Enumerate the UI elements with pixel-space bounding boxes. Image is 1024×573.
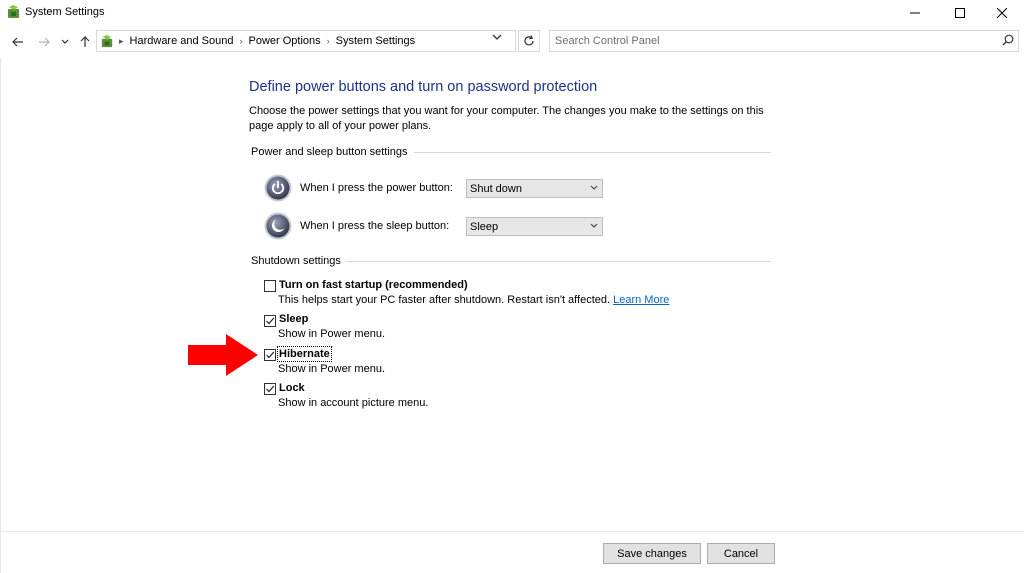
- red-arrow-icon: [188, 334, 258, 376]
- chevron-down-icon: [61, 39, 69, 44]
- fast-startup-label[interactable]: Turn on fast startup (recommended): [279, 279, 468, 291]
- control-panel-icon: [8, 5, 19, 18]
- breadcrumb-separator-icon[interactable]: ›: [327, 36, 330, 46]
- close-icon: [997, 8, 1007, 18]
- selected-value: Shut down: [470, 182, 522, 195]
- up-button[interactable]: [76, 33, 94, 51]
- chevron-down-icon: [590, 223, 598, 228]
- breadcrumb-hardware-and-sound[interactable]: Hardware and Sound: [130, 35, 234, 47]
- forward-button[interactable]: [35, 33, 53, 51]
- refresh-button[interactable]: [518, 30, 540, 52]
- title-bar: System Settings: [0, 0, 1024, 26]
- shutdown-settings-group: Shutdown settings: [251, 254, 771, 268]
- arrow-left-icon: [12, 37, 23, 47]
- breadcrumb-system-settings[interactable]: System Settings: [336, 35, 415, 47]
- sleep-button-label: When I press the sleep button:: [300, 220, 450, 232]
- group-divider: [346, 260, 771, 262]
- group-title: Shutdown settings: [251, 255, 341, 267]
- page-title: Define power buttons and turn on passwor…: [249, 79, 598, 95]
- minimize-icon: [910, 12, 920, 14]
- close-button[interactable]: [980, 0, 1024, 26]
- breadcrumb-power-options[interactable]: Power Options: [249, 35, 321, 47]
- window-title: System Settings: [25, 6, 105, 18]
- chevron-down-icon: [492, 34, 502, 40]
- learn-more-link[interactable]: Learn More: [613, 294, 669, 306]
- fast-startup-checkbox[interactable]: [264, 280, 276, 292]
- checkmark-icon: [266, 317, 275, 325]
- lock-label[interactable]: Lock: [279, 382, 305, 394]
- group-divider: [413, 151, 771, 153]
- selected-value: Sleep: [470, 220, 499, 233]
- power-icon: [264, 174, 292, 202]
- lock-description: Show in account picture menu.: [278, 397, 429, 409]
- sleep-description: Show in Power menu.: [278, 328, 385, 340]
- refresh-icon: [524, 35, 534, 46]
- moon-icon: [264, 212, 292, 240]
- power-button-label: When I press the power button:: [300, 182, 453, 194]
- address-bar[interactable]: ▸ Hardware and Sound › Power Options › S…: [96, 30, 516, 52]
- cancel-button[interactable]: Cancel: [707, 543, 775, 564]
- lock-checkbox[interactable]: [264, 383, 276, 395]
- hibernate-label[interactable]: Hibernate: [277, 346, 332, 362]
- arrow-right-icon: [39, 37, 50, 47]
- breadcrumb-separator-icon[interactable]: ›: [240, 36, 243, 46]
- power-button-action-select[interactable]: Shut down: [466, 179, 603, 198]
- page-description: Choose the power settings that you want …: [249, 105, 764, 132]
- search-input[interactable]: [555, 33, 985, 49]
- sleep-checkbox[interactable]: [264, 315, 276, 327]
- breadcrumb-separator-icon[interactable]: ▸: [119, 36, 124, 47]
- power-button-settings-group: Power and sleep button settings: [251, 145, 771, 159]
- back-button[interactable]: [9, 33, 27, 51]
- navigation-bar: ▸ Hardware and Sound › Power Options › S…: [0, 26, 1024, 58]
- left-pane-border: [0, 58, 1, 573]
- arrow-up-icon: [80, 36, 90, 47]
- maximize-icon: [955, 8, 965, 18]
- control-panel-icon: [101, 34, 113, 47]
- hibernate-description: Show in Power menu.: [278, 363, 385, 375]
- recent-pages-button[interactable]: [58, 33, 72, 51]
- sleep-button-action-select[interactable]: Sleep: [466, 217, 603, 236]
- minimize-button[interactable]: [893, 0, 937, 26]
- checkmark-icon: [266, 351, 275, 359]
- hibernate-checkbox[interactable]: [264, 349, 276, 361]
- footer-divider: [0, 531, 1024, 532]
- sleep-label[interactable]: Sleep: [279, 313, 308, 325]
- search-icon[interactable]: [1002, 34, 1014, 46]
- chevron-down-icon: [590, 185, 598, 190]
- fast-startup-description-text: This helps start your PC faster after sh…: [278, 294, 611, 306]
- maximize-button[interactable]: [938, 0, 982, 26]
- search-box[interactable]: [549, 30, 1019, 52]
- address-dropdown-button[interactable]: [492, 32, 508, 44]
- fast-startup-description: This helps start your PC faster after sh…: [278, 294, 669, 306]
- group-title: Power and sleep button settings: [251, 146, 408, 158]
- checkmark-icon: [266, 385, 275, 393]
- save-changes-button[interactable]: Save changes: [603, 543, 701, 564]
